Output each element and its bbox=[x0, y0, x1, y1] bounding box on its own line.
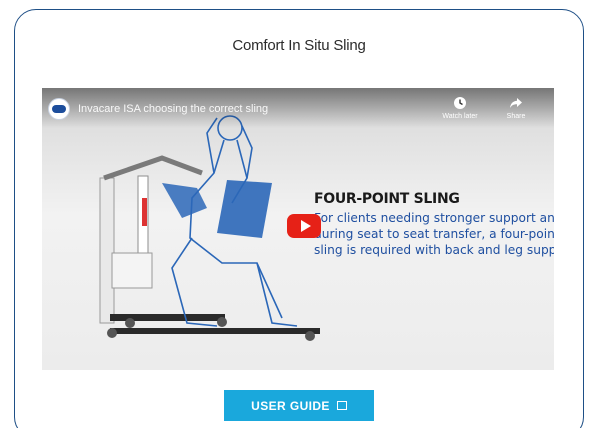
sling-seat bbox=[217, 180, 272, 238]
video-top-bar: Invacare ISA choosing the correct sling … bbox=[42, 88, 554, 128]
share-button[interactable]: Share bbox=[488, 96, 544, 121]
external-box-icon bbox=[336, 401, 347, 410]
description-line: For clients needing stronger support and… bbox=[314, 211, 554, 225]
video-headline: FOUR-POINT SLING bbox=[314, 191, 460, 207]
video-player[interactable]: Invacare ISA choosing the correct sling … bbox=[42, 88, 554, 370]
description-line: during seat to seat transfer, a four-poi… bbox=[314, 227, 554, 241]
channel-logo-icon[interactable] bbox=[48, 98, 70, 120]
video-title[interactable]: Invacare ISA choosing the correct sling bbox=[78, 103, 268, 115]
watch-later-label: Watch later bbox=[442, 113, 478, 120]
card-title: Comfort In Situ Sling bbox=[232, 37, 366, 54]
user-guide-button[interactable]: USER GUIDE bbox=[224, 390, 374, 421]
user-guide-label: USER GUIDE bbox=[251, 398, 330, 413]
description-line: sling is required with back and leg supp… bbox=[314, 243, 554, 257]
video-description: For clients needing stronger support an d… bbox=[314, 210, 554, 258]
watch-later-button[interactable]: Watch later bbox=[432, 96, 488, 121]
clock-icon bbox=[454, 97, 466, 109]
patient-lift-illustration bbox=[99, 155, 320, 341]
share-arrow-icon bbox=[510, 98, 522, 108]
share-label: Share bbox=[506, 113, 526, 120]
play-icon bbox=[300, 220, 311, 232]
play-button[interactable] bbox=[287, 214, 321, 238]
